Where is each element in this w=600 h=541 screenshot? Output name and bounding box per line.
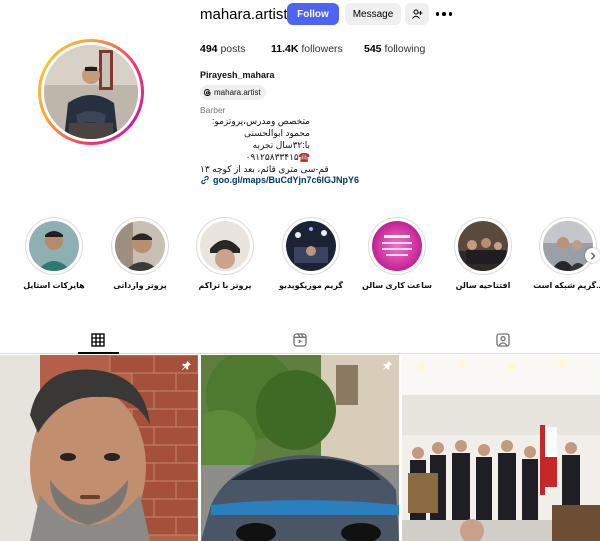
post-thumbnail[interactable] [0, 355, 198, 541]
bio-line: ☎️۰۹۱۲۵۸۳۳۴۱۵ [245, 152, 310, 162]
post-thumbnail[interactable] [201, 355, 399, 541]
active-tab-indicator [78, 352, 119, 354]
person-add-icon [412, 9, 423, 19]
profile-full-name: Pirayesh_mahara [200, 70, 275, 80]
story-highlight[interactable]: پروتز با تراکم [196, 217, 254, 290]
link-icon [201, 175, 209, 185]
follow-button[interactable]: Follow [287, 3, 339, 25]
highlight-label: گریم موزیکویدیو [278, 281, 344, 290]
pin-icon [382, 360, 393, 371]
bio-link[interactable]: goo.gl/maps/BuCdYjn7c6lGJNpY6 [200, 175, 359, 185]
following-count[interactable]: 545 following [364, 43, 425, 55]
tab-posts[interactable] [90, 332, 106, 348]
story-highlight[interactable]: هایرکات استایل [23, 217, 85, 290]
reels-icon [293, 333, 307, 347]
followers-count[interactable]: 11.4K followers [271, 43, 343, 55]
post-thumbnail[interactable] [402, 355, 600, 541]
bio-line: متخصص ومدرس،پروتزمو: [211, 116, 310, 126]
tab-reels[interactable] [292, 332, 308, 348]
profile-username: mahara.artist [200, 6, 288, 23]
story-highlight[interactable]: پروتز وارداتی [111, 217, 169, 290]
highlights-next-button[interactable] [585, 248, 600, 263]
pin-icon [181, 360, 192, 371]
highlight-label: افتتاحیه سالن [455, 281, 511, 290]
bio-line: محمود ابوالحسنی [244, 128, 310, 138]
story-highlight[interactable]: گریم موزیکویدیو [279, 217, 343, 290]
grid-icon [91, 333, 105, 347]
chevron-right-icon [590, 251, 596, 260]
posts-count: 494 posts [200, 43, 246, 55]
bio-line: با:۳۲سال تجربه [252, 140, 310, 150]
highlight-label: ساعت کاری سالن [362, 281, 432, 290]
story-highlight[interactable]: ساعت کاری سالن [362, 217, 432, 290]
message-button[interactable]: Message [345, 3, 401, 25]
story-highlight[interactable]: گریم شبکه است... [533, 217, 600, 290]
threads-link[interactable]: mahara.artist [200, 85, 266, 100]
highlight-label: پروتز با تراکم [198, 281, 252, 290]
highlight-label: گریم شبکه است... [533, 281, 600, 290]
highlight-label: هایرکات استایل [23, 281, 85, 290]
tagged-icon [496, 333, 510, 347]
tab-tagged[interactable] [495, 332, 511, 348]
profile-category: Barber [200, 105, 226, 115]
threads-icon [204, 88, 211, 96]
story-highlight[interactable]: افتتاحیه سالن [454, 217, 512, 290]
highlight-label: پروتز وارداتی [113, 281, 167, 290]
bio-line: قم-سی متری قائم، بعد از کوچه ۱۳ [200, 164, 329, 174]
suggested-accounts-button[interactable] [405, 3, 429, 25]
profile-avatar[interactable] [38, 39, 144, 145]
more-options-icon[interactable] [434, 5, 454, 23]
